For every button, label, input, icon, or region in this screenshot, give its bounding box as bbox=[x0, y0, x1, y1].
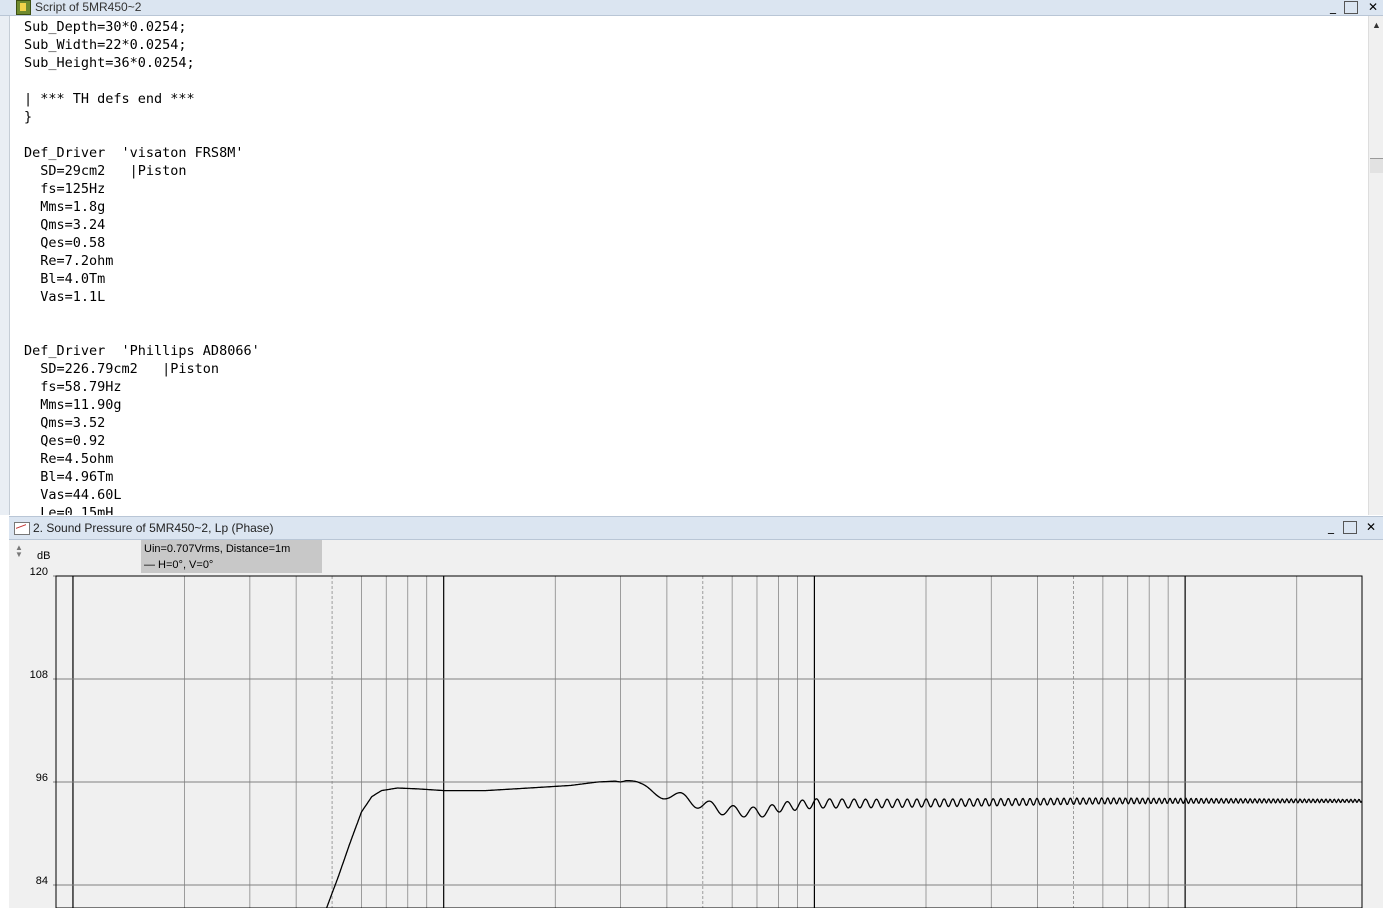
script-line: Vas=1.1L bbox=[24, 289, 106, 305]
script-line: SD=226.79cm2 |Piston bbox=[24, 361, 220, 377]
chart-legend[interactable]: Uin=0.707Vrms, Distance=1m — H=0°, V=0° bbox=[141, 540, 322, 573]
script-line: Sub_Height=36*0.0254; bbox=[24, 55, 195, 71]
script-line bbox=[24, 324, 260, 342]
close-button[interactable]: ✕ bbox=[1365, 0, 1381, 14]
legend-conditions: Uin=0.707Vrms, Distance=1m bbox=[144, 543, 291, 555]
collapse-legend-icon[interactable]: ▲ ▼ bbox=[13, 544, 25, 559]
script-vertical-scrollbar[interactable]: ▲ bbox=[1368, 16, 1383, 515]
scrollbar-thumb[interactable] bbox=[1370, 158, 1383, 173]
y-axis-unit-label: dB bbox=[37, 550, 51, 562]
script-line: Def_Driver 'visaton FRS8M' bbox=[24, 145, 244, 161]
script-line: Re=4.5ohm bbox=[24, 451, 114, 467]
script-line: fs=58.79Hz bbox=[24, 379, 122, 395]
minimize-button[interactable]: _ bbox=[1325, 0, 1341, 14]
y-tick-label: 108 bbox=[30, 669, 48, 681]
script-line: Qes=0.58 bbox=[24, 235, 106, 251]
script-line: Sub_Width=22*0.0254; bbox=[24, 37, 187, 53]
script-line: Vas=44.60L bbox=[24, 487, 122, 503]
script-editor[interactable]: Sub_Depth=30*0.0254; Sub_Width=22*0.0254;… bbox=[24, 18, 260, 515]
legend-series-entry: — H=0°, V=0° bbox=[144, 559, 214, 571]
script-line: fs=125Hz bbox=[24, 181, 106, 197]
script-line: Mms=11.90g bbox=[24, 397, 122, 413]
script-line: SD=29cm2 |Piston bbox=[24, 163, 187, 179]
script-line: Bl=4.96Tm bbox=[24, 469, 114, 485]
script-line: Def_Driver 'Phillips AD8066' bbox=[24, 343, 260, 359]
script-line: | *** TH defs end *** bbox=[24, 91, 195, 107]
script-line: Qes=0.92 bbox=[24, 433, 106, 449]
script-window-titlebar[interactable]: Script of 5MR450~2 _ ✕ bbox=[0, 0, 1383, 16]
script-line: Le=0.15mH bbox=[24, 505, 114, 515]
script-app-icon bbox=[16, 0, 31, 15]
y-tick-label: 120 bbox=[30, 566, 48, 578]
plot-area bbox=[56, 576, 1362, 908]
script-line bbox=[24, 306, 260, 324]
script-line: Bl=4.0Tm bbox=[24, 271, 106, 287]
script-window: Script of 5MR450~2 _ ✕ Sub_Depth=30*0.02… bbox=[0, 0, 1383, 515]
script-window-left-border bbox=[0, 16, 10, 515]
sound-pressure-chart[interactable]: 120 108 96 84 bbox=[9, 516, 1383, 908]
script-line: Sub_Depth=30*0.0254; bbox=[24, 19, 187, 35]
script-line bbox=[24, 72, 260, 90]
y-tick-label: 96 bbox=[36, 772, 48, 784]
script-line bbox=[24, 126, 260, 144]
script-line: } bbox=[24, 109, 33, 125]
script-line: Mms=1.8g bbox=[24, 199, 106, 215]
script-line: Qms=3.52 bbox=[24, 415, 106, 431]
script-window-title: Script of 5MR450~2 bbox=[35, 0, 142, 14]
scroll-up-arrow-icon[interactable]: ▲ bbox=[1369, 18, 1383, 32]
script-line: Qms=3.24 bbox=[24, 217, 106, 233]
maximize-button[interactable] bbox=[1344, 1, 1358, 14]
script-line: Re=7.2ohm bbox=[24, 253, 114, 269]
chart-window: 2. Sound Pressure of 5MR450~2, Lp (Phase… bbox=[9, 516, 1383, 908]
y-tick-label: 84 bbox=[36, 875, 48, 887]
